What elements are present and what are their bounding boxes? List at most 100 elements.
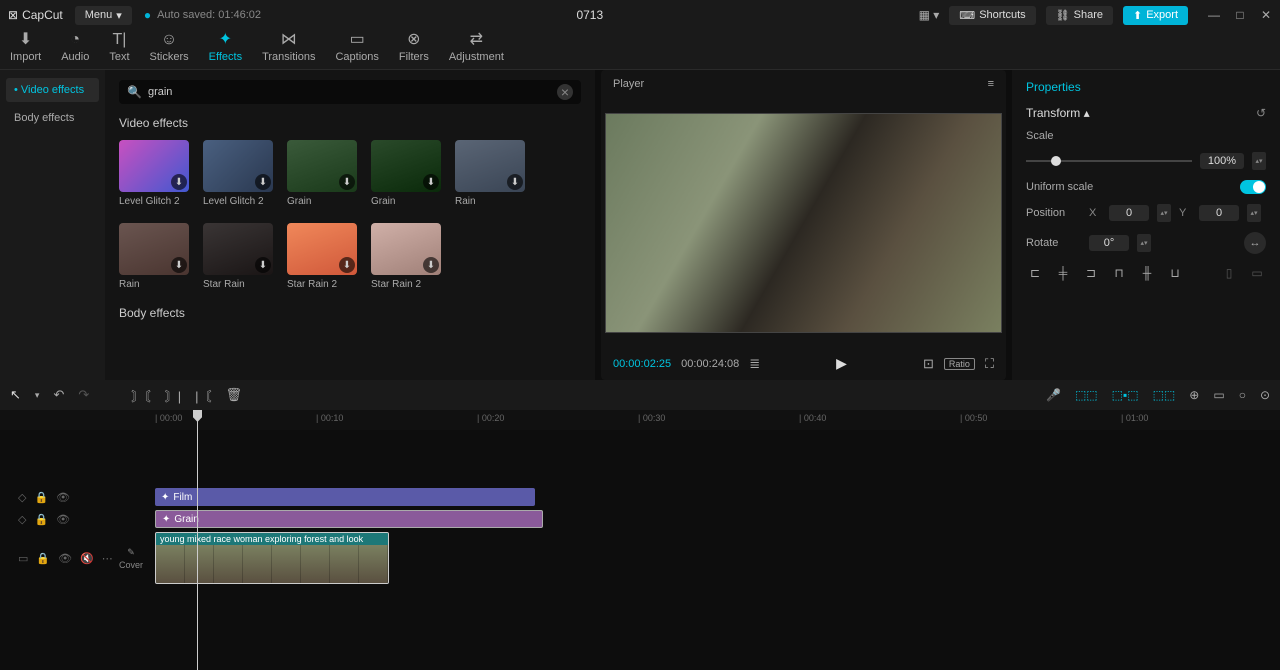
track-content-2[interactable]: ✦ Grain — [115, 508, 1280, 530]
more-icon[interactable]: ⋯ — [102, 552, 113, 565]
delete-tool[interactable]: 🗑 — [226, 387, 243, 403]
scale-slider[interactable] — [1026, 160, 1192, 162]
visibility-icon[interactable]: 👁 — [58, 552, 72, 565]
uniform-scale-toggle[interactable] — [1240, 180, 1266, 194]
preview-tool[interactable]: ⊕ — [1189, 388, 1199, 402]
split-left[interactable]: 〙| — [165, 386, 181, 405]
close-button[interactable]: ✕ — [1260, 9, 1272, 21]
split-right[interactable]: |〘 — [195, 386, 211, 405]
effect-item[interactable]: ⬇Grain — [371, 140, 441, 207]
link-tool[interactable]: ⬚▪⬚ — [1112, 388, 1139, 402]
download-icon[interactable]: ⬇ — [507, 174, 523, 190]
mute-icon[interactable]: 🔇 — [80, 552, 94, 565]
fullscreen-icon[interactable]: ⛶ — [985, 356, 994, 372]
distribute-h[interactable]: ▯ — [1220, 264, 1238, 282]
y-value[interactable]: 0 — [1199, 205, 1239, 221]
scale-stepper[interactable]: ▴▾ — [1252, 152, 1266, 170]
player-menu-icon[interactable]: ≡ — [988, 78, 994, 90]
align-right[interactable]: ⊐ — [1082, 264, 1100, 282]
magnet-tool[interactable]: ⬚⬚ — [1075, 388, 1098, 402]
download-icon[interactable]: ⬇ — [171, 257, 187, 273]
x-stepper[interactable]: ▴▾ — [1157, 204, 1171, 222]
tab-captions[interactable]: ▭Captions — [325, 25, 388, 69]
layout-icon[interactable]: ▦ ▾ — [919, 8, 940, 22]
search-box[interactable]: 🔍 × — [119, 80, 581, 104]
download-icon[interactable]: ⬇ — [339, 174, 355, 190]
visibility-icon[interactable]: 👁 — [56, 513, 70, 526]
track-content-1[interactable]: ✦ Film — [115, 486, 1280, 508]
effect-item[interactable]: ⬇Grain — [287, 140, 357, 207]
search-input[interactable] — [148, 86, 557, 98]
share-button[interactable]: ⛓ Share — [1046, 6, 1113, 25]
tab-text[interactable]: T|Text — [99, 27, 139, 69]
align-bottom[interactable]: ⊔ — [1166, 264, 1184, 282]
tab-transitions[interactable]: ⋈Transitions — [252, 25, 325, 69]
voiceover-button[interactable]: 🎤 — [1046, 388, 1061, 402]
snapshot-icon[interactable]: ⊡ — [923, 356, 934, 372]
video-clip[interactable]: young mixed race woman exploring forest … — [155, 532, 389, 584]
zoom-fit[interactable]: ⊙ — [1260, 388, 1270, 402]
list-icon[interactable]: ≣ — [749, 356, 760, 372]
tab-stickers[interactable]: ☺Stickers — [140, 27, 199, 69]
zoom-slider[interactable]: ○ — [1239, 388, 1246, 402]
download-icon[interactable]: ⬇ — [423, 174, 439, 190]
clip-film[interactable]: ✦ Film — [155, 488, 535, 506]
player-video[interactable] — [605, 113, 1002, 333]
lock-icon[interactable]: 🔒 — [34, 513, 48, 526]
tab-filters[interactable]: ⊗Filters — [389, 25, 439, 69]
shortcuts-button[interactable]: ⌨ Shortcuts — [949, 6, 1035, 25]
tab-audio[interactable]: ◔Audio — [51, 27, 99, 69]
play-button[interactable]: ▶ — [836, 355, 847, 372]
clip-grain[interactable]: ✦ Grain — [155, 510, 543, 528]
ratio-button[interactable]: Ratio — [944, 358, 975, 370]
effect-item[interactable]: ⬇Star Rain — [203, 223, 273, 290]
effect-item[interactable]: ⬇Level Glitch 2 — [203, 140, 273, 207]
align-left[interactable]: ⊏ — [1026, 264, 1044, 282]
video-track-icon[interactable]: ▭ — [18, 552, 28, 565]
effect-item[interactable]: ⬇Star Rain 2 — [287, 223, 357, 290]
effect-track-icon[interactable]: ◇ — [18, 513, 26, 526]
menu-button[interactable]: Menu ▾ — [75, 6, 132, 25]
tab-import[interactable]: ⬇Import — [0, 25, 51, 69]
lock-icon[interactable]: 🔒 — [36, 552, 50, 565]
minimize-button[interactable]: — — [1208, 9, 1220, 21]
effect-item[interactable]: ⬇Rain — [119, 223, 189, 290]
effect-item[interactable]: ⬇Level Glitch 2 — [119, 140, 189, 207]
download-icon[interactable]: ⬇ — [339, 257, 355, 273]
redo-button[interactable]: ↷ — [78, 387, 89, 403]
align-center-h[interactable]: ╪ — [1054, 264, 1072, 282]
reset-transform-button[interactable]: ↺ — [1256, 106, 1266, 120]
tab-effects[interactable]: ✦Effects — [199, 25, 252, 69]
snap-tool[interactable]: ⬚⬚ — [1153, 388, 1176, 402]
tab-adjustment[interactable]: ⇄Adjustment — [439, 25, 514, 69]
undo-button[interactable]: ↶ — [53, 387, 64, 403]
effect-item[interactable]: ⬇Star Rain 2 — [371, 223, 441, 290]
rotate-value[interactable]: 0° — [1089, 235, 1129, 251]
sidebar-item-video-effects[interactable]: • Video effects — [6, 78, 99, 102]
playhead[interactable] — [197, 410, 198, 670]
scale-value[interactable]: 100% — [1200, 153, 1244, 169]
track-content-video[interactable]: young mixed race woman exploring forest … — [115, 530, 1280, 586]
sidebar-item-body-effects[interactable]: Body effects — [6, 106, 99, 130]
maximize-button[interactable]: □ — [1234, 9, 1246, 21]
effect-track-icon[interactable]: ◇ — [18, 491, 26, 504]
mirror-button[interactable]: ↔ — [1244, 232, 1266, 254]
pointer-tool[interactable]: ↖ — [10, 387, 21, 403]
distribute-v[interactable]: ▭ — [1248, 264, 1266, 282]
zoom-out[interactable]: ▭ — [1213, 388, 1224, 402]
export-button[interactable]: ⬆ Export — [1123, 6, 1188, 25]
download-icon[interactable]: ⬇ — [255, 257, 271, 273]
align-top[interactable]: ⊓ — [1110, 264, 1128, 282]
align-center-v[interactable]: ╫ — [1138, 264, 1156, 282]
pointer-dropdown[interactable]: ▾ — [35, 390, 40, 401]
rotate-stepper[interactable]: ▴▾ — [1137, 234, 1151, 252]
effect-item[interactable]: ⬇Rain — [455, 140, 525, 207]
visibility-icon[interactable]: 👁 — [56, 491, 70, 504]
y-stepper[interactable]: ▴▾ — [1247, 204, 1261, 222]
x-value[interactable]: 0 — [1109, 205, 1149, 221]
clear-search-button[interactable]: × — [557, 84, 573, 100]
lock-icon[interactable]: 🔒 — [34, 491, 48, 504]
timeline-ruler[interactable]: | 00:00| 00:10| 00:20| 00:30| 00:40| 00:… — [0, 410, 1280, 430]
download-icon[interactable]: ⬇ — [255, 174, 271, 190]
download-icon[interactable]: ⬇ — [171, 174, 187, 190]
